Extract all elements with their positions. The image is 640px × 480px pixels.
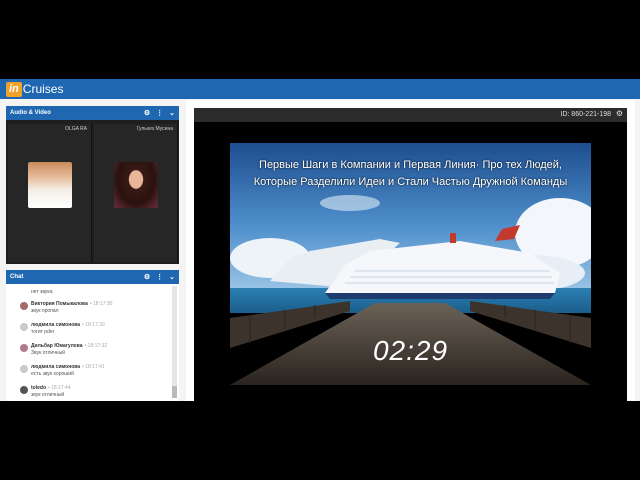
caption-line: Первые Шаги в Компании и Первая Линия· П…: [259, 159, 562, 171]
chat-author: toledo: [31, 385, 46, 391]
app-window: in Cruises Audio & Video ⚙ ⋮ ⌄ OLGA RA Г…: [0, 79, 640, 401]
chat-scrollbar[interactable]: [172, 286, 177, 398]
chevron-down-icon[interactable]: ⌄: [169, 109, 175, 117]
avatar: [20, 386, 28, 394]
av-tiles: OLGA RA Гулькез Мусина: [6, 120, 179, 264]
chat-message: нет звука: [14, 285, 172, 299]
incruises-logo[interactable]: in Cruises: [6, 81, 63, 97]
scrollbar-thumb[interactable]: [172, 386, 177, 398]
stage-toolbar: ID: 860-221-198 ⚙: [194, 108, 627, 122]
logo-in: in: [6, 81, 22, 97]
gear-icon[interactable]: ⚙: [144, 273, 150, 281]
video-tile-olga[interactable]: OLGA RA: [8, 124, 92, 262]
more-icon[interactable]: ⋮: [156, 273, 163, 281]
chat-author: людмила симонова: [31, 322, 81, 328]
av-panel-header: Audio & Video ⚙ ⋮ ⌄: [6, 106, 179, 120]
avatar: [20, 323, 28, 331]
chat-message: людмила симонова • 18:17:41 есть звук хор…: [14, 362, 172, 383]
main-area: ID: 860-221-198 ⚙ Первые Шаги в Компании…: [186, 100, 635, 401]
chat-author: Виктория Помыкалова: [31, 301, 88, 307]
left-column: Audio & Video ⚙ ⋮ ⌄ OLGA RA Гулькез Муси…: [6, 106, 179, 401]
presentation-slide: Первые Шаги в Компании и Первая Линия· П…: [230, 143, 591, 385]
avatar: [20, 302, 28, 310]
more-icon[interactable]: ⋮: [156, 109, 163, 117]
chat-message-list[interactable]: нет звука Виктория Помыкалова • 18:17:30 …: [6, 284, 172, 401]
settings-icon[interactable]: ⚙: [616, 109, 623, 118]
chat-message-text: звук отличный: [31, 392, 65, 398]
participant-photo: [114, 162, 158, 208]
chat-message-text: тогит рder: [31, 329, 55, 335]
chat-message-text: есть звук хороший: [31, 371, 74, 377]
chat-message: Виктория Помыкалова • 18:17:30 звук пропа…: [14, 299, 172, 320]
chat-panel: Chat ⚙ ⋮ ⌄ нет звука Виктория Помыкалова…: [6, 270, 179, 401]
chat-message: людмила симонова • 18:17:30 тогит рder: [14, 320, 172, 341]
gear-icon[interactable]: ⚙: [144, 109, 150, 117]
slide-caption: Первые Шаги в Компании и Первая Линия· П…: [230, 157, 591, 191]
participant-photo: [28, 162, 72, 208]
chat-author: людмила симонова: [31, 364, 81, 370]
chat-message-text: нет звука: [31, 289, 53, 295]
logo-text: Cruises: [22, 82, 64, 96]
chat-message-text: звук пропал: [31, 308, 59, 314]
audio-video-panel: Audio & Video ⚙ ⋮ ⌄ OLGA RA Гулькез Муси…: [6, 106, 179, 264]
chat-time: • 18:17:44: [48, 385, 71, 391]
chat-author: Дильбар Юмагулова: [31, 343, 83, 349]
chat-panel-header: Chat ⚙ ⋮ ⌄: [6, 270, 179, 284]
av-panel-title: Audio & Video: [10, 110, 51, 116]
chat-message: Дильбар Юмагулова • 18:17:32 Звук отличны…: [14, 341, 172, 362]
chat-message: toledo • 18:17:44 звук отличный: [14, 383, 172, 401]
avatar: [20, 365, 28, 373]
caption-line: Которые Разделили Идеи и Стали Частью Др…: [253, 176, 568, 188]
countdown-timer: 02:29: [372, 335, 449, 366]
top-bar: in Cruises: [0, 79, 640, 99]
chat-time: • 18:17:41: [82, 364, 105, 370]
meeting-id: ID: 860-221-198: [560, 111, 611, 118]
chat-message-text: Звук отличный: [31, 350, 65, 356]
chat-time: • 18:17:32: [84, 343, 108, 349]
avatar: [20, 344, 28, 352]
chevron-down-icon[interactable]: ⌄: [169, 273, 175, 281]
chat-time: • 18:17:30: [82, 322, 105, 328]
presentation-stage: ID: 860-221-198 ⚙ Первые Шаги в Компании…: [194, 108, 627, 401]
chat-panel-title: Chat: [10, 274, 24, 280]
participant-name: OLGA RA: [65, 126, 87, 132]
chat-time: • 18:17:30: [89, 301, 113, 307]
video-tile-gulkez[interactable]: Гулькез Мусина: [94, 124, 178, 262]
participant-name: Гулькез Мусина: [136, 126, 173, 132]
